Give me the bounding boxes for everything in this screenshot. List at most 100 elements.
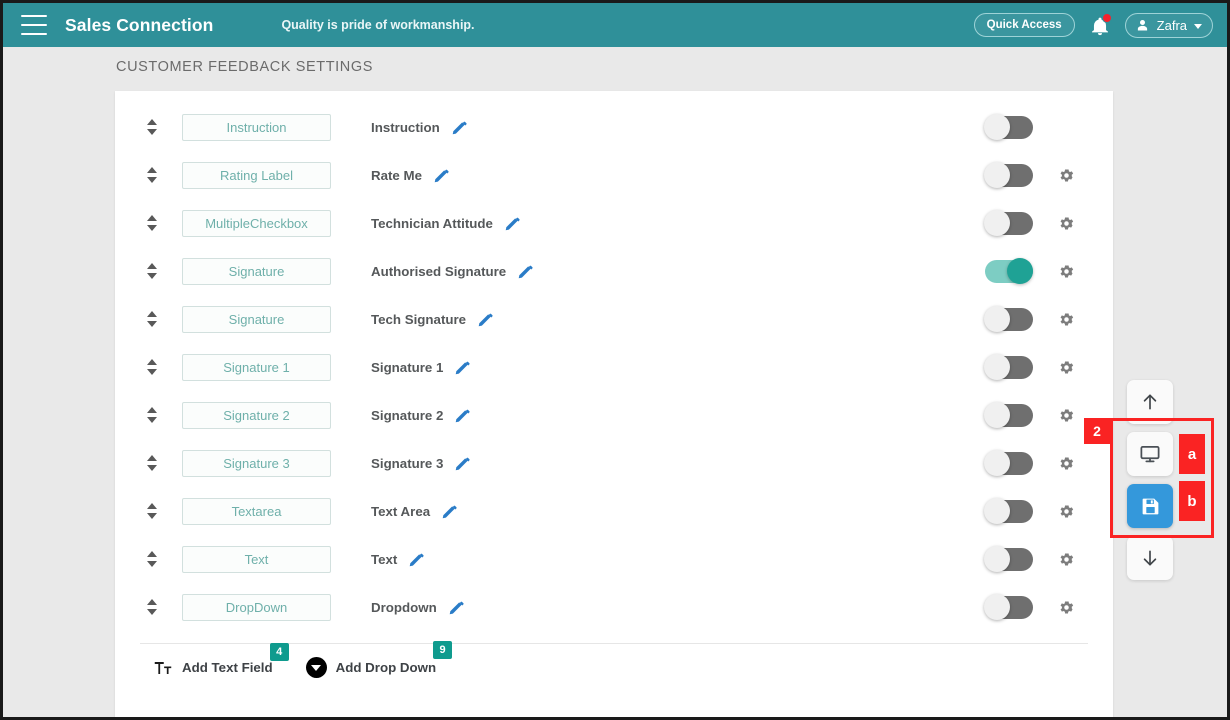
quick-access-button[interactable]: Quick Access <box>973 13 1075 37</box>
app-brand-title: Sales Connection <box>65 14 214 35</box>
field-controls <box>984 161 1113 188</box>
pencil-icon[interactable] <box>477 311 494 328</box>
field-type-input[interactable]: Textarea <box>182 497 331 525</box>
field-label: Text Area <box>371 503 431 519</box>
field-type-input[interactable]: Signature 2 <box>182 401 331 429</box>
gear-icon <box>1060 504 1073 518</box>
sort-updown-icon[interactable] <box>141 407 163 423</box>
field-controls <box>984 209 1113 236</box>
dropdown-circle-icon <box>305 657 327 678</box>
field-controls <box>984 113 1113 140</box>
field-type-input[interactable]: Signature 1 <box>182 353 331 381</box>
sort-updown-icon[interactable] <box>141 599 163 615</box>
field-enable-toggle[interactable] <box>984 209 1033 236</box>
sort-updown-icon[interactable] <box>141 551 163 567</box>
add-text-field-button[interactable]: Add Text Field 4 <box>153 642 289 677</box>
field-enable-toggle[interactable] <box>984 497 1033 524</box>
field-enable-toggle[interactable] <box>984 449 1033 476</box>
notification-count-badge <box>1101 13 1112 23</box>
field-label-group: Text <box>371 551 985 568</box>
annotation-badge-a: a <box>1179 434 1205 474</box>
field-row: Signature 3 Signature 3 <box>115 439 1113 487</box>
pencil-icon[interactable] <box>433 167 450 184</box>
field-type-input[interactable]: Instruction <box>182 113 331 141</box>
field-type-input[interactable]: Rating Label <box>182 161 331 189</box>
user-menu-button[interactable]: Zafra <box>1124 12 1213 38</box>
field-label-group: Tech Signature <box>371 311 985 328</box>
gear-icon <box>1060 456 1073 470</box>
hamburger-menu-icon[interactable] <box>21 15 47 35</box>
field-settings-gear[interactable] <box>1055 407 1077 424</box>
save-floppy-icon <box>1142 498 1158 514</box>
pencil-icon[interactable] <box>454 407 471 424</box>
field-type-input[interactable]: Signature <box>182 257 331 285</box>
field-label: Instruction <box>371 119 440 135</box>
add-drop-down-button[interactable]: Add Drop Down 9 <box>305 641 453 678</box>
field-type-input[interactable]: Signature 3 <box>182 449 331 477</box>
field-enable-toggle[interactable] <box>984 593 1033 620</box>
gear-icon <box>1060 168 1073 182</box>
field-settings-gear[interactable] <box>1055 599 1077 616</box>
field-type-input[interactable]: Signature <box>182 305 331 333</box>
pencil-icon[interactable] <box>408 551 425 568</box>
field-settings-gear[interactable] <box>1055 215 1077 232</box>
pencil-icon[interactable] <box>454 359 471 376</box>
field-row: Signature Authorised Signature <box>115 247 1113 295</box>
field-type-input[interactable]: MultipleCheckbox <box>182 209 331 237</box>
sort-updown-icon[interactable] <box>141 119 163 135</box>
field-enable-toggle[interactable] <box>985 257 1033 284</box>
gear-icon <box>1060 360 1073 374</box>
field-controls <box>984 305 1113 332</box>
field-enable-toggle[interactable] <box>984 401 1033 428</box>
field-enable-toggle[interactable] <box>984 545 1033 572</box>
scroll-to-top-button[interactable] <box>1127 380 1173 424</box>
pencil-icon[interactable] <box>504 215 521 232</box>
field-settings-gear[interactable] <box>1055 551 1077 568</box>
field-controls <box>984 545 1113 572</box>
sort-updown-icon[interactable] <box>141 263 163 279</box>
field-enable-toggle[interactable] <box>984 353 1033 380</box>
pencil-icon[interactable] <box>448 599 465 616</box>
field-label: Signature 3 <box>371 455 444 471</box>
person-icon <box>1137 19 1147 30</box>
text-format-icon <box>154 661 172 674</box>
floating-side-toolbar <box>1127 380 1173 580</box>
sort-updown-icon[interactable] <box>141 359 163 375</box>
field-type-input[interactable]: DropDown <box>182 593 331 621</box>
pencil-icon[interactable] <box>441 503 458 520</box>
sort-updown-icon[interactable] <box>141 311 163 327</box>
pencil-icon[interactable] <box>451 119 468 136</box>
save-button[interactable] <box>1127 484 1173 528</box>
scroll-to-bottom-button[interactable] <box>1127 536 1173 580</box>
add-drop-down-count: 9 <box>433 641 453 659</box>
sort-updown-icon[interactable] <box>141 503 163 519</box>
sort-updown-icon[interactable] <box>141 215 163 231</box>
field-row: Signature Tech Signature <box>115 295 1113 343</box>
field-settings-gear[interactable] <box>1055 263 1077 280</box>
pencil-icon[interactable] <box>454 455 471 472</box>
pencil-icon[interactable] <box>517 263 534 280</box>
field-settings-gear[interactable] <box>1055 359 1077 376</box>
field-type-input[interactable]: Text <box>182 545 331 573</box>
field-settings-gear[interactable] <box>1055 455 1077 472</box>
field-label: Dropdown <box>371 599 437 615</box>
app-screen: Sales Connection Quality is pride of wor… <box>0 0 1230 720</box>
preview-button[interactable] <box>1127 432 1173 476</box>
field-label-group: Dropdown <box>371 599 985 616</box>
field-settings-gear[interactable] <box>1055 167 1077 184</box>
sort-updown-icon[interactable] <box>141 455 163 471</box>
field-controls <box>985 257 1113 284</box>
field-settings-gear[interactable] <box>1055 311 1077 328</box>
field-enable-toggle[interactable] <box>984 113 1033 140</box>
field-settings-gear[interactable] <box>1055 503 1077 520</box>
field-enable-toggle[interactable] <box>984 161 1033 188</box>
field-enable-toggle[interactable] <box>984 305 1033 332</box>
annotation-badge-b: b <box>1179 481 1205 521</box>
arrow-up-icon <box>1143 394 1157 410</box>
field-label-group: Signature 2 <box>371 407 985 424</box>
sort-updown-icon[interactable] <box>141 167 163 183</box>
notification-bell-icon[interactable] <box>1089 13 1112 37</box>
field-row: MultipleCheckbox Technician Attitude <box>115 199 1113 247</box>
field-label: Technician Attitude <box>371 215 493 231</box>
add-field-toolbar: Add Text Field 4 Add Drop Down 9 <box>153 641 453 678</box>
